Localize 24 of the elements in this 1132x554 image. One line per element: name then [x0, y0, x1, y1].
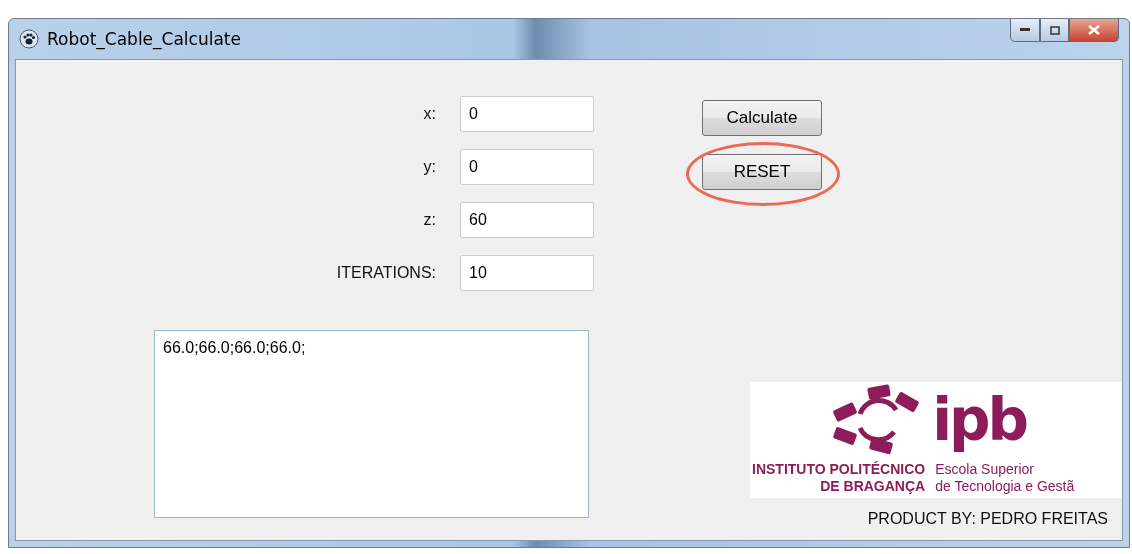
- credits-text: PRODUCT BY: PEDRO FREITAS: [867, 510, 1108, 528]
- maximize-button[interactable]: [1040, 19, 1069, 42]
- field-label: ITERATIONS:: [336, 264, 436, 282]
- minimize-icon: [1020, 28, 1030, 32]
- maximize-icon: [1049, 25, 1060, 35]
- output-text-area[interactable]: 66.0;66.0;66.0;66.0;: [154, 330, 589, 518]
- input-field[interactable]: 0: [460, 96, 594, 132]
- school-name: de Tecnologia e Gestã: [935, 478, 1075, 495]
- input-field[interactable]: 10: [460, 255, 594, 291]
- calculate-button[interactable]: Calculate: [702, 100, 822, 136]
- field-label: z:: [423, 211, 436, 229]
- field-label: y:: [423, 158, 436, 176]
- reset-button[interactable]: RESET: [702, 154, 822, 190]
- close-button[interactable]: [1069, 19, 1119, 42]
- school-name: Escola Superior: [935, 461, 1036, 478]
- window-title: Robot_Cable_Calculate: [47, 29, 242, 49]
- input-field[interactable]: 60: [460, 202, 594, 238]
- paw-icon: [19, 29, 39, 49]
- institute-name: DE BRAGANÇA: [820, 478, 926, 495]
- close-icon: [1088, 25, 1100, 35]
- institute-name: INSTITUTO POLITÉCNICO: [752, 461, 926, 478]
- minimize-button[interactable]: [1010, 19, 1040, 42]
- field-label: x:: [423, 105, 436, 123]
- input-field[interactable]: 0: [460, 149, 594, 185]
